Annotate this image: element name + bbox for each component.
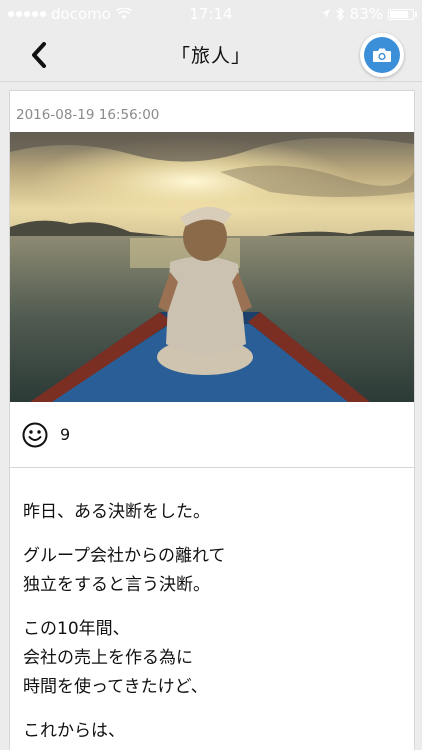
app-screen: docomo 17:14 83% 「旅人」 2016-08-19 16:56:0…: [0, 0, 422, 750]
navigation-bar: 「旅人」: [0, 28, 422, 82]
signal-strength-icon: [8, 11, 46, 17]
battery-percent: 83%: [349, 5, 383, 23]
woman-on-boat-at-sunset-photo: [10, 132, 414, 402]
paragraph: これからは、: [23, 717, 414, 746]
battery-icon: [388, 8, 417, 20]
text-line: 昨日、ある決断をした。: [23, 502, 210, 522]
back-button[interactable]: [22, 38, 56, 72]
post-card: 2016-08-19 16:56:00 9 昨日、ある決断をした。 グループ会社…: [9, 90, 415, 750]
post-photo[interactable]: [10, 132, 414, 402]
text-line: グループ会社からの離れて: [23, 546, 226, 566]
like-count: 9: [60, 425, 71, 444]
paragraph: この10年間、 会社の売上を作る為に 時間を使ってきたけど、: [23, 615, 414, 702]
post-timestamp: 2016-08-19 16:56:00: [16, 107, 160, 123]
battery-fill: [390, 10, 409, 18]
text-line: 独立をすると言う決断。: [23, 575, 210, 595]
paragraph: 昨日、ある決断をした。: [23, 498, 414, 527]
chevron-left-icon: [32, 42, 46, 68]
text-line: 会社の売上を作る為に: [23, 648, 193, 668]
text-line: 時間を使ってきたけど、: [23, 677, 208, 697]
text-line: この10年間、: [23, 619, 130, 639]
paragraph: グループ会社からの離れて 独立をすると言う決断。: [23, 542, 414, 600]
camera-button-circle: [364, 37, 400, 73]
bluetooth-icon: [336, 7, 344, 21]
status-bar: docomo 17:14 83%: [0, 0, 422, 28]
status-left: docomo: [8, 5, 132, 23]
post-body: 昨日、ある決断をした。 グループ会社からの離れて 独立をすると言う決断。 この1…: [10, 468, 414, 746]
wifi-icon: [115, 8, 132, 19]
reaction-row: 9: [10, 402, 414, 468]
carrier-name: docomo: [51, 5, 111, 23]
text-line: これからは、: [23, 721, 125, 741]
location-arrow-icon: [321, 9, 330, 18]
camera-button[interactable]: [360, 33, 404, 77]
smiley-icon[interactable]: [22, 422, 48, 448]
camera-icon: [373, 48, 391, 62]
page-title: 「旅人」: [170, 45, 251, 67]
status-right: 83%: [321, 5, 417, 23]
